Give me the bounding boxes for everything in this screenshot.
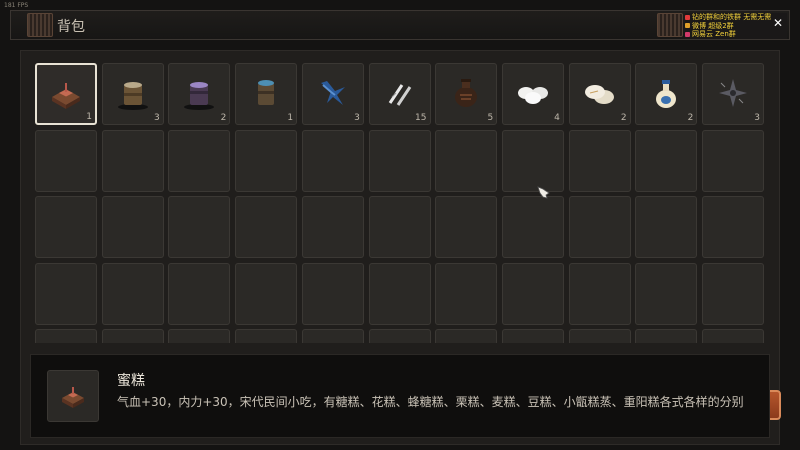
inventory-slot[interactable] bbox=[501, 129, 564, 192]
inventory-slot[interactable]: 3 bbox=[702, 63, 764, 125]
inventory-slot[interactable] bbox=[35, 196, 97, 258]
inventory-slot[interactable] bbox=[301, 329, 364, 343]
inventory-slot[interactable] bbox=[235, 262, 298, 325]
shuriken-icon bbox=[719, 78, 747, 107]
inventory-slot[interactable] bbox=[101, 262, 164, 325]
overlay-dot-icon bbox=[685, 31, 690, 37]
item-count: 3 bbox=[153, 113, 160, 123]
inventory-slot[interactable] bbox=[368, 196, 431, 258]
inventory-slot[interactable] bbox=[35, 129, 97, 192]
item-count: 5 bbox=[487, 113, 494, 123]
inventory-slot[interactable] bbox=[101, 329, 164, 343]
honey-cake-icon bbox=[62, 387, 84, 408]
inventory-slot[interactable]: 1 bbox=[235, 63, 298, 125]
overlay-line: 网易云 Zen群 bbox=[692, 30, 736, 38]
item-description: 气血+30，内力+30，宋代民间小吃，有糖糕、花糕、蜂糖糕、栗糕、麦糕、豆糕、小… bbox=[117, 395, 744, 409]
item-name: 蜜糕 bbox=[117, 373, 145, 389]
inventory-slot[interactable]: 15 bbox=[368, 63, 431, 125]
item-detail-panel: 蜜糕 气血+30，内力+30，宋代民间小吃，有糖糕、花糕、蜂糖糕、栗糕、麦糕、豆… bbox=[30, 354, 770, 438]
inventory-slot[interactable] bbox=[235, 329, 298, 343]
overlay-line: 钻的群和的铁群 无需无需 bbox=[692, 13, 772, 21]
inventory-slot[interactable] bbox=[635, 129, 698, 192]
inventory-slot[interactable] bbox=[635, 262, 698, 325]
item-count: 3 bbox=[354, 113, 360, 123]
inventory-slot[interactable] bbox=[101, 129, 164, 192]
inventory-slot[interactable]: 2 bbox=[568, 63, 631, 125]
overlay-dot-icon bbox=[685, 23, 690, 29]
inventory-slot[interactable] bbox=[635, 329, 698, 343]
close-icon[interactable]: ✕ bbox=[773, 17, 783, 28]
window-title: 背包 bbox=[57, 19, 85, 35]
inventory-slot[interactable] bbox=[702, 196, 764, 258]
inventory-slot[interactable] bbox=[301, 262, 364, 325]
inventory-slot[interactable] bbox=[435, 129, 498, 192]
inventory-slot[interactable] bbox=[501, 262, 564, 325]
inventory-slot[interactable]: 1 bbox=[35, 63, 97, 125]
inventory-slot[interactable] bbox=[235, 196, 298, 258]
inventory-slot[interactable] bbox=[702, 329, 764, 343]
title-bar: 背包 钻的群和的铁群 无需无需 微博 超级2群 网易云 Zen群 ✕ bbox=[10, 10, 790, 40]
item-count: 2 bbox=[687, 113, 694, 123]
inventory-slot[interactable] bbox=[368, 129, 431, 192]
inventory-slot[interactable] bbox=[435, 196, 498, 258]
inventory-slot[interactable]: 5 bbox=[435, 63, 498, 125]
inventory-slot[interactable] bbox=[368, 329, 431, 343]
white-rice-cake-icon bbox=[517, 86, 548, 104]
inventory-slot[interactable]: 2 bbox=[635, 63, 698, 125]
clay-pot-icon bbox=[117, 81, 148, 110]
inventory-slot[interactable] bbox=[568, 129, 631, 192]
inventory-slot[interactable] bbox=[101, 196, 164, 258]
inventory-slot[interactable] bbox=[368, 262, 431, 325]
inventory-slot[interactable] bbox=[168, 329, 231, 343]
inventory-slot[interactable] bbox=[702, 129, 764, 192]
hand-cursor-icon bbox=[537, 186, 550, 199]
inventory-slot[interactable] bbox=[568, 329, 631, 343]
inventory-slot[interactable] bbox=[301, 129, 364, 192]
inventory-slot[interactable]: 2 bbox=[168, 63, 231, 125]
detail-item-slot bbox=[47, 370, 99, 422]
inventory-slot[interactable] bbox=[168, 196, 231, 258]
inventory-slot[interactable] bbox=[35, 329, 97, 343]
water-jar-icon bbox=[258, 79, 275, 105]
inventory-slot[interactable] bbox=[435, 329, 498, 343]
inventory-slot[interactable] bbox=[501, 329, 564, 343]
blue-claw-icon bbox=[320, 80, 345, 105]
item-count: 3 bbox=[754, 113, 760, 123]
inventory-slot[interactable] bbox=[168, 262, 231, 325]
medicine-bottle-icon bbox=[656, 79, 677, 108]
item-count: 1 bbox=[86, 112, 92, 122]
bag-emblem-icon bbox=[27, 13, 53, 37]
item-count: 15 bbox=[415, 113, 427, 123]
inventory-slot[interactable]: 3 bbox=[301, 63, 364, 125]
inventory-slot[interactable]: 4 bbox=[501, 63, 564, 125]
inventory-slot[interactable] bbox=[35, 262, 97, 325]
purple-jar-icon bbox=[184, 81, 215, 110]
inventory-slot[interactable] bbox=[435, 262, 498, 325]
item-count: 2 bbox=[620, 113, 627, 123]
wine-jug-icon bbox=[455, 78, 478, 107]
stream-overlay: 钻的群和的铁群 无需无需 微博 超级2群 网易云 Zen群 ✕ bbox=[685, 13, 787, 39]
item-count: 1 bbox=[287, 113, 294, 123]
inventory-slot[interactable] bbox=[702, 262, 764, 325]
inventory-grid: 1 3 2 1 3 15 5 4 2 2 3 bbox=[35, 63, 768, 343]
inventory-slot[interactable] bbox=[301, 196, 364, 258]
inventory-slot[interactable] bbox=[568, 262, 631, 325]
inventory-slot[interactable] bbox=[168, 129, 231, 192]
inventory-slot[interactable] bbox=[568, 196, 631, 258]
feather-icon bbox=[388, 83, 411, 106]
inventory-slot[interactable]: 3 bbox=[101, 63, 164, 125]
fps-counter: 181 FPS bbox=[4, 2, 29, 9]
inventory-slot[interactable] bbox=[501, 196, 564, 258]
overlay-line: 微博 超级2群 bbox=[692, 21, 734, 30]
honey-cake-icon bbox=[52, 82, 80, 109]
inventory-slot[interactable] bbox=[235, 129, 298, 192]
bag-emblem-icon bbox=[657, 13, 683, 37]
steamed-bun-icon bbox=[584, 84, 614, 104]
inventory-slot[interactable] bbox=[635, 196, 698, 258]
item-count: 4 bbox=[554, 113, 560, 123]
overlay-dot-icon bbox=[685, 14, 690, 20]
item-count: 2 bbox=[220, 113, 227, 123]
